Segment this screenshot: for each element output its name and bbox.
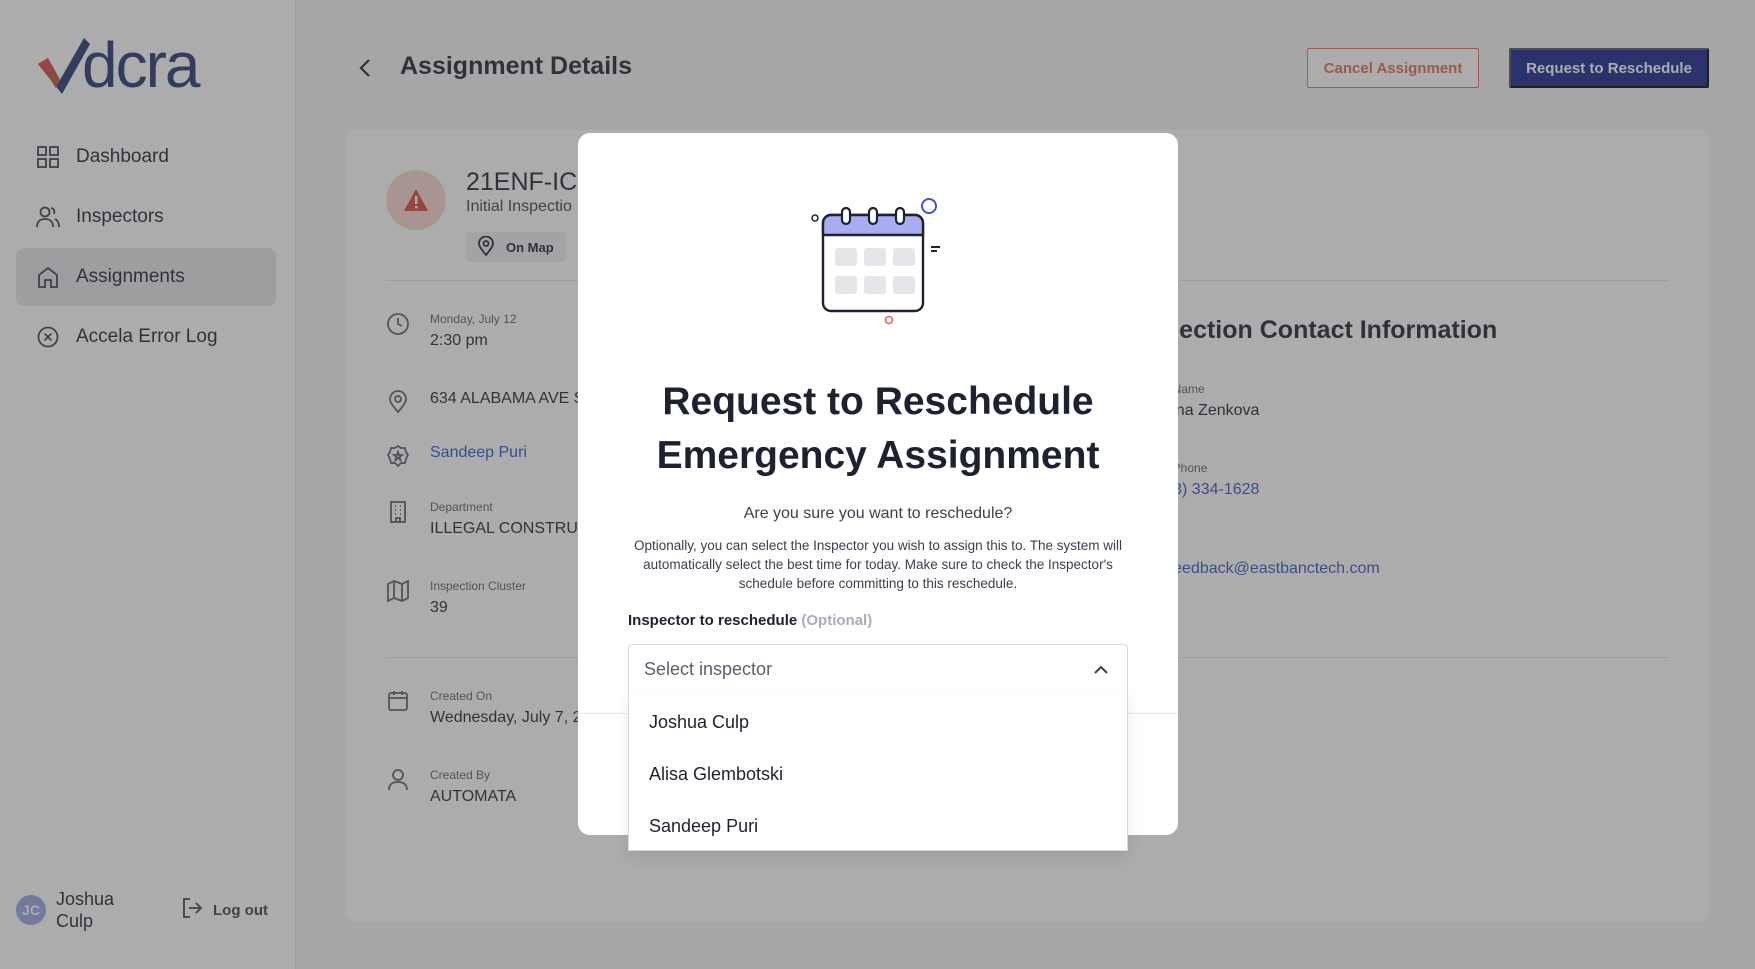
dropdown-option[interactable]: Alisa Glembotski bbox=[629, 748, 1127, 800]
inspector-field-label: Inspector to reschedule (Optional) bbox=[628, 612, 872, 629]
dropdown-option[interactable]: Joshua Culp bbox=[629, 696, 1127, 748]
dropdown-option[interactable]: Sandeep Puri bbox=[629, 800, 1127, 852]
chevron-up-icon bbox=[1093, 662, 1109, 678]
modal-description: Optionally, you can select the Inspector… bbox=[634, 538, 1122, 591]
optional-tag: (Optional) bbox=[801, 612, 873, 629]
modal-question: Are you sure you want to reschedule? bbox=[743, 505, 1013, 522]
inspector-select[interactable]: Select inspector bbox=[628, 644, 1128, 694]
select-placeholder: Select inspector bbox=[644, 658, 773, 679]
modal-title: Request to Reschedule Emergency Assignme… bbox=[578, 375, 1178, 483]
calendar-illustration-icon bbox=[807, 193, 947, 333]
field-label-text: Inspector to reschedule bbox=[628, 612, 798, 629]
modal-title-line2: Emergency Assignment bbox=[656, 434, 1100, 477]
inspector-dropdown-list: Joshua Culp Alisa Glembotski Sandeep Pur… bbox=[628, 693, 1128, 851]
modal-title-line1: Request to Reschedule bbox=[662, 380, 1094, 423]
